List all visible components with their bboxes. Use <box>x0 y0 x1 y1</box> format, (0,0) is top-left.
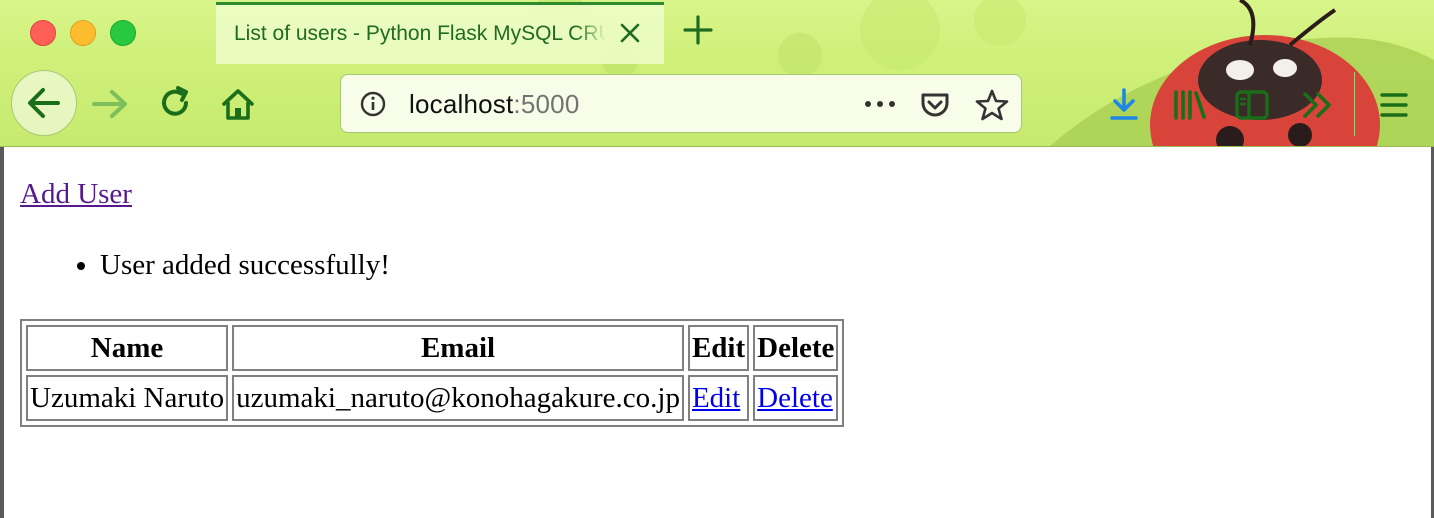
window-maximize-button[interactable] <box>110 20 136 46</box>
column-header-name: Name <box>26 325 229 371</box>
users-table: Name Email Edit Delete Uzumaki Naruto uz… <box>20 319 845 427</box>
pocket-icon[interactable] <box>919 89 951 121</box>
column-header-edit: Edit <box>687 325 750 371</box>
toolbar-separator <box>1354 72 1355 136</box>
flash-message-list: User added successfully! <box>60 249 390 282</box>
new-tab-icon[interactable] <box>682 14 714 46</box>
url-port: :5000 <box>513 89 580 119</box>
reload-icon[interactable] <box>156 84 194 122</box>
window-edge-left <box>0 147 4 518</box>
flash-message: User added successfully! <box>100 249 390 282</box>
user-email-cell: uzumaki_naruto@konohagakure.co.jp <box>232 375 684 421</box>
table-row: Uzumaki Naruto uzumaki_naruto@konohagaku… <box>26 375 839 421</box>
arrow-left-icon <box>28 88 60 118</box>
browser-chrome: List of users - Python Flask MySQL CRUD <box>0 0 1434 147</box>
chevron-double-right-icon[interactable] <box>1300 90 1336 120</box>
library-icon[interactable] <box>1172 88 1208 122</box>
info-icon[interactable] <box>359 90 387 118</box>
arrow-right-icon[interactable] <box>88 86 132 122</box>
download-icon[interactable] <box>1108 86 1140 124</box>
url-bar[interactable]: localhost:5000 <box>340 74 1022 133</box>
edit-user-link[interactable]: Edit <box>692 382 740 414</box>
active-tab[interactable]: List of users - Python Flask MySQL CRUD <box>216 2 664 64</box>
delete-cell: Delete <box>753 375 839 421</box>
delete-user-link[interactable]: Delete <box>757 382 833 414</box>
url-host: localhost <box>409 89 514 119</box>
column-header-email: Email <box>232 325 684 371</box>
edit-cell: Edit <box>687 375 750 421</box>
home-icon[interactable] <box>218 84 258 124</box>
tab-close-icon[interactable] <box>618 21 642 45</box>
tab-title: List of users - Python Flask MySQL CRUD <box>234 22 606 45</box>
url-text[interactable]: localhost:5000 <box>409 89 580 120</box>
hamburger-menu-icon[interactable] <box>1378 90 1410 120</box>
more-horizontal-icon[interactable] <box>863 93 897 115</box>
table-header-row: Name Email Edit Delete <box>26 325 839 371</box>
browser-window: List of users - Python Flask MySQL CRUD <box>0 0 1434 518</box>
sidebar-icon[interactable] <box>1234 88 1270 122</box>
star-icon[interactable] <box>975 88 1009 122</box>
add-user-link[interactable]: Add User <box>20 178 132 211</box>
column-header-delete: Delete <box>753 325 839 371</box>
window-minimize-button[interactable] <box>70 20 96 46</box>
back-button[interactable] <box>11 70 77 136</box>
window-close-button[interactable] <box>30 20 56 46</box>
user-name-cell: Uzumaki Naruto <box>26 375 229 421</box>
page-content: Add User User added successfully! Name E… <box>0 147 1434 518</box>
